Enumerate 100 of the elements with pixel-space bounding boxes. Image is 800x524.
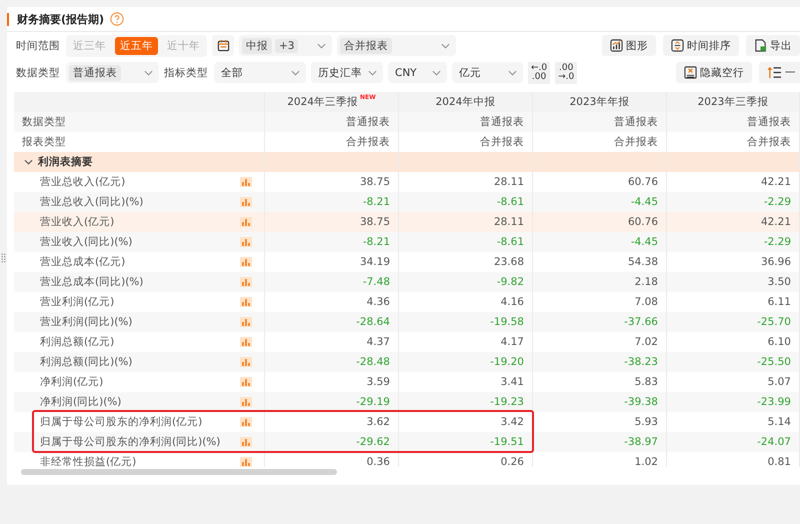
table-cell: 0.26 [500, 456, 524, 467]
row-label: 利润总额(亿元) [40, 335, 114, 349]
bar-chart-icon[interactable] [240, 457, 252, 467]
toolbar-button[interactable]: 时间排序 [663, 35, 739, 56]
bar-chart-icon[interactable] [240, 417, 252, 427]
chevron-down-icon [291, 70, 300, 76]
table-cell: -39.38 [624, 396, 658, 408]
table-cell: 38.75 [360, 176, 390, 188]
table-cell: -19.51 [490, 436, 524, 448]
bar-chart-icon[interactable] [240, 177, 252, 187]
chevron-down-icon [432, 70, 441, 76]
table-cell: -9.82 [496, 276, 524, 288]
bar-chart-icon[interactable] [240, 217, 252, 227]
filter-label: 数据类型 [16, 66, 60, 80]
row-label: 净利润(亿元) [40, 375, 104, 389]
table-cell: 54.38 [628, 256, 658, 268]
table-cell: 42.21 [760, 216, 791, 228]
bar-chart-icon[interactable] [240, 317, 252, 327]
drag-handle-icon[interactable] [1, 252, 6, 264]
chevron-icon[interactable] [24, 159, 33, 165]
table-cell: -2.29 [764, 196, 791, 208]
table-cell: -29.19 [356, 396, 390, 408]
row-label: 利润总额(同比)(%) [40, 355, 132, 369]
row-label: 营业总成本(同比)(%) [40, 275, 144, 289]
filter-select[interactable]: 普通报表 [66, 62, 159, 83]
row-label: 营业总收入(亿元) [40, 175, 126, 189]
table-cell: 5.83 [634, 376, 658, 388]
table-cell: 0.36 [366, 456, 390, 467]
filter-select[interactable]: CNY [388, 62, 447, 83]
table-cell: 36.96 [760, 256, 791, 268]
bar-chart-icon[interactable] [240, 397, 252, 407]
table-cell: 普通报表 [614, 115, 658, 129]
table-cell: -38.97 [624, 436, 658, 448]
period-select[interactable]: 中报 +3 [239, 35, 332, 56]
table-cell: -28.64 [356, 316, 390, 328]
table-cell: -19.20 [490, 356, 524, 368]
bar-chart-icon[interactable] [240, 337, 252, 347]
table-cell: 合并报表 [614, 135, 658, 149]
help-icon[interactable] [110, 12, 124, 26]
bar-chart-icon[interactable] [240, 357, 252, 367]
toolbar-button[interactable]: 一 [759, 62, 800, 83]
calendar-icon [216, 39, 230, 52]
table-cell: 2.18 [634, 276, 658, 288]
table-cell: 普通报表 [747, 115, 791, 129]
hide-rows-icon [684, 66, 697, 79]
decimal-button[interactable]: .00 →.0 [555, 62, 578, 84]
bar-chart-icon[interactable] [240, 297, 252, 307]
row-label: 数据类型 [22, 115, 66, 129]
table-cell: -37.66 [624, 316, 658, 328]
table-cell: -4.45 [630, 236, 658, 248]
bar-chart-icon[interactable] [240, 257, 252, 267]
table-cell: 合并报表 [747, 135, 791, 149]
column-header[interactable]: 2024年中报 [436, 95, 496, 109]
table-cell: -25.70 [757, 316, 791, 328]
row-label: 归属于母公司股东的净利润(同比)(%) [40, 435, 220, 449]
chevron-down-icon [317, 42, 326, 48]
filter-label: 指标类型 [164, 66, 208, 80]
toolbar-button[interactable]: 图形 [602, 35, 656, 56]
table-cell: 60.76 [628, 176, 658, 188]
decimal-button[interactable]: ←.0 .00 [528, 62, 550, 84]
toolbar-button[interactable]: 隐藏空行 [676, 62, 752, 83]
column-header[interactable]: 2023年年报 [570, 95, 630, 109]
table-cell: -38.23 [624, 356, 658, 368]
column-header[interactable]: 2023年三季报 [698, 95, 768, 109]
calendar-button[interactable] [212, 35, 234, 56]
table-cell: 合并报表 [480, 135, 524, 149]
chart-icon [610, 39, 623, 52]
toolbar-button[interactable]: 导出 [746, 35, 800, 56]
list-icon [767, 66, 782, 79]
bar-chart-icon[interactable] [240, 437, 252, 447]
table-cell: -8.61 [496, 196, 524, 208]
filter-select[interactable]: 历史汇率 [311, 62, 383, 83]
row-label: 营业总成本(亿元) [40, 255, 126, 269]
bar-chart-icon[interactable] [240, 277, 252, 287]
bar-chart-icon[interactable] [240, 197, 252, 207]
table-cell: 7.08 [634, 296, 658, 308]
sort-icon [671, 39, 684, 52]
bar-chart-icon[interactable] [240, 237, 252, 247]
table-cell: 4.17 [500, 336, 524, 348]
row-label: 营业收入(亿元) [40, 215, 114, 229]
table-cell: -28.48 [356, 356, 390, 368]
report-select[interactable]: 合并报表 [337, 35, 456, 56]
table-cell: -24.07 [757, 436, 791, 448]
table-cell: -23.99 [757, 396, 791, 408]
table-cell: 5.07 [768, 376, 791, 388]
table-cell: 6.10 [768, 336, 791, 348]
scrollbar-thumb[interactable] [21, 469, 337, 475]
table-cell: -29.62 [356, 436, 390, 448]
filter-select[interactable]: 亿元 [452, 62, 523, 83]
bar-chart-icon[interactable] [240, 377, 252, 387]
table-cell: 42.21 [760, 176, 791, 188]
table-cell: 合并报表 [346, 135, 390, 149]
filter-label: 时间范围 [16, 38, 60, 52]
file-icon [754, 39, 767, 52]
chevron-down-icon [508, 70, 517, 76]
column-header[interactable]: 2024年三季报 [287, 95, 358, 109]
filter-select[interactable]: 全部 [214, 62, 306, 83]
table-cell: 3.59 [366, 376, 390, 388]
table-cell: 1.02 [634, 456, 658, 467]
table-cell: 28.11 [494, 216, 524, 228]
